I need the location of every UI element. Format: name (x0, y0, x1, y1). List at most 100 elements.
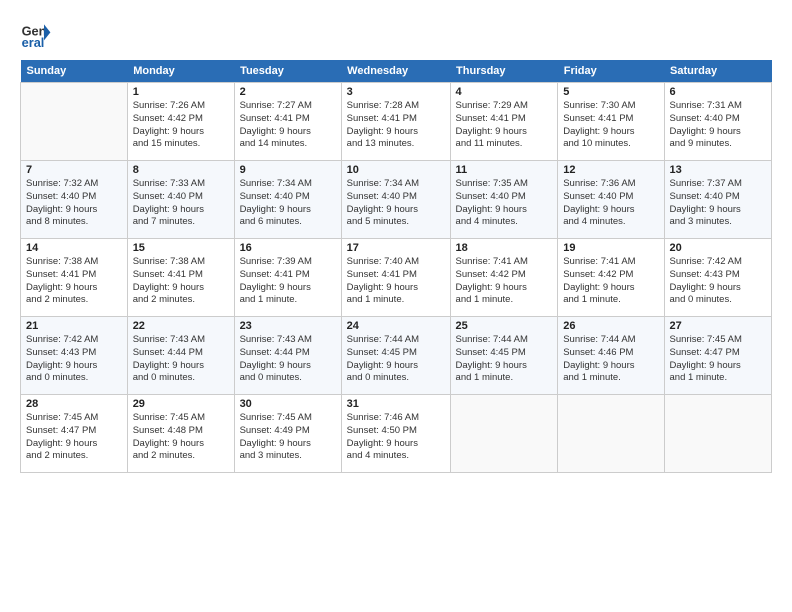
day-number: 17 (347, 242, 445, 254)
day-number: 23 (240, 320, 336, 332)
calendar-cell: 6 Sunrise: 7:31 AM Sunset: 4:40 PM Daylig… (664, 83, 771, 161)
calendar-cell: 14 Sunrise: 7:38 AM Sunset: 4:41 PM Dayli… (21, 239, 128, 317)
day-number: 19 (563, 242, 658, 254)
day-info: Sunrise: 7:36 AM Sunset: 4:40 PM Dayligh… (563, 178, 658, 229)
day-info: Sunrise: 7:27 AM Sunset: 4:41 PM Dayligh… (240, 100, 336, 151)
day-number: 21 (26, 320, 122, 332)
calendar-week-5: 28 Sunrise: 7:45 AM Sunset: 4:47 PM Dayli… (21, 395, 772, 473)
calendar-cell: 18 Sunrise: 7:41 AM Sunset: 4:42 PM Dayli… (450, 239, 558, 317)
day-info: Sunrise: 7:29 AM Sunset: 4:41 PM Dayligh… (456, 100, 553, 151)
calendar-cell (21, 83, 128, 161)
logo-icon: Gen eral (20, 18, 52, 50)
day-number: 31 (347, 398, 445, 410)
day-info: Sunrise: 7:43 AM Sunset: 4:44 PM Dayligh… (133, 334, 229, 385)
day-number: 7 (26, 164, 122, 176)
calendar-cell: 3 Sunrise: 7:28 AM Sunset: 4:41 PM Daylig… (341, 83, 450, 161)
calendar-cell (664, 395, 771, 473)
calendar-cell: 21 Sunrise: 7:42 AM Sunset: 4:43 PM Dayli… (21, 317, 128, 395)
day-info: Sunrise: 7:26 AM Sunset: 4:42 PM Dayligh… (133, 100, 229, 151)
calendar-cell: 13 Sunrise: 7:37 AM Sunset: 4:40 PM Dayli… (664, 161, 771, 239)
day-info: Sunrise: 7:38 AM Sunset: 4:41 PM Dayligh… (26, 256, 122, 307)
calendar-cell: 5 Sunrise: 7:30 AM Sunset: 4:41 PM Daylig… (558, 83, 664, 161)
day-info: Sunrise: 7:45 AM Sunset: 4:47 PM Dayligh… (26, 412, 122, 463)
day-info: Sunrise: 7:45 AM Sunset: 4:47 PM Dayligh… (670, 334, 766, 385)
weekday-monday: Monday (127, 60, 234, 83)
weekday-saturday: Saturday (664, 60, 771, 83)
day-info: Sunrise: 7:32 AM Sunset: 4:40 PM Dayligh… (26, 178, 122, 229)
day-number: 14 (26, 242, 122, 254)
day-number: 18 (456, 242, 553, 254)
calendar-cell: 26 Sunrise: 7:44 AM Sunset: 4:46 PM Dayli… (558, 317, 664, 395)
day-number: 15 (133, 242, 229, 254)
day-info: Sunrise: 7:44 AM Sunset: 4:45 PM Dayligh… (456, 334, 553, 385)
day-info: Sunrise: 7:43 AM Sunset: 4:44 PM Dayligh… (240, 334, 336, 385)
day-info: Sunrise: 7:42 AM Sunset: 4:43 PM Dayligh… (26, 334, 122, 385)
calendar-cell: 31 Sunrise: 7:46 AM Sunset: 4:50 PM Dayli… (341, 395, 450, 473)
calendar-cell: 27Sunrise: 7:45 AM Sunset: 4:47 PM Dayli… (664, 317, 771, 395)
day-info: Sunrise: 7:35 AM Sunset: 4:40 PM Dayligh… (456, 178, 553, 229)
day-info: Sunrise: 7:41 AM Sunset: 4:42 PM Dayligh… (456, 256, 553, 307)
day-number: 29 (133, 398, 229, 410)
calendar-cell: 28 Sunrise: 7:45 AM Sunset: 4:47 PM Dayli… (21, 395, 128, 473)
calendar-cell: 1 Sunrise: 7:26 AM Sunset: 4:42 PM Daylig… (127, 83, 234, 161)
day-info: Sunrise: 7:45 AM Sunset: 4:49 PM Dayligh… (240, 412, 336, 463)
day-number: 28 (26, 398, 122, 410)
calendar-cell (558, 395, 664, 473)
day-number: 5 (563, 86, 658, 98)
day-info: Sunrise: 7:37 AM Sunset: 4:40 PM Dayligh… (670, 178, 766, 229)
day-info: Sunrise: 7:41 AM Sunset: 4:42 PM Dayligh… (563, 256, 658, 307)
day-info: Sunrise: 7:38 AM Sunset: 4:41 PM Dayligh… (133, 256, 229, 307)
page-header: Gen eral (20, 18, 772, 50)
day-number: 25 (456, 320, 553, 332)
calendar-cell: 24 Sunrise: 7:44 AM Sunset: 4:45 PM Dayli… (341, 317, 450, 395)
weekday-wednesday: Wednesday (341, 60, 450, 83)
calendar-table: SundayMondayTuesdayWednesdayThursdayFrid… (20, 60, 772, 473)
calendar-cell: 17Sunrise: 7:40 AM Sunset: 4:41 PM Dayli… (341, 239, 450, 317)
calendar-cell: 15 Sunrise: 7:38 AM Sunset: 4:41 PM Dayli… (127, 239, 234, 317)
day-number: 22 (133, 320, 229, 332)
calendar-week-4: 21 Sunrise: 7:42 AM Sunset: 4:43 PM Dayli… (21, 317, 772, 395)
day-number: 3 (347, 86, 445, 98)
calendar-cell: 10Sunrise: 7:34 AM Sunset: 4:40 PM Dayli… (341, 161, 450, 239)
weekday-friday: Friday (558, 60, 664, 83)
day-number: 30 (240, 398, 336, 410)
day-info: Sunrise: 7:46 AM Sunset: 4:50 PM Dayligh… (347, 412, 445, 463)
calendar-week-3: 14 Sunrise: 7:38 AM Sunset: 4:41 PM Dayli… (21, 239, 772, 317)
weekday-tuesday: Tuesday (234, 60, 341, 83)
calendar-cell: 2Sunrise: 7:27 AM Sunset: 4:41 PM Daylig… (234, 83, 341, 161)
calendar-cell: 7 Sunrise: 7:32 AM Sunset: 4:40 PM Daylig… (21, 161, 128, 239)
calendar-cell: 20 Sunrise: 7:42 AM Sunset: 4:43 PM Dayli… (664, 239, 771, 317)
day-info: Sunrise: 7:44 AM Sunset: 4:45 PM Dayligh… (347, 334, 445, 385)
calendar-cell: 19 Sunrise: 7:41 AM Sunset: 4:42 PM Dayli… (558, 239, 664, 317)
calendar-week-1: 1 Sunrise: 7:26 AM Sunset: 4:42 PM Daylig… (21, 83, 772, 161)
day-number: 10 (347, 164, 445, 176)
weekday-thursday: Thursday (450, 60, 558, 83)
calendar-cell: 23 Sunrise: 7:43 AM Sunset: 4:44 PM Dayli… (234, 317, 341, 395)
calendar-cell: 22 Sunrise: 7:43 AM Sunset: 4:44 PM Dayli… (127, 317, 234, 395)
calendar-cell: 12 Sunrise: 7:36 AM Sunset: 4:40 PM Dayli… (558, 161, 664, 239)
day-number: 24 (347, 320, 445, 332)
day-number: 6 (670, 86, 766, 98)
calendar-cell: 4Sunrise: 7:29 AM Sunset: 4:41 PM Daylig… (450, 83, 558, 161)
day-info: Sunrise: 7:42 AM Sunset: 4:43 PM Dayligh… (670, 256, 766, 307)
calendar-week-2: 7 Sunrise: 7:32 AM Sunset: 4:40 PM Daylig… (21, 161, 772, 239)
calendar-cell: 25 Sunrise: 7:44 AM Sunset: 4:45 PM Dayli… (450, 317, 558, 395)
calendar-cell: 16Sunrise: 7:39 AM Sunset: 4:41 PM Dayli… (234, 239, 341, 317)
day-info: Sunrise: 7:28 AM Sunset: 4:41 PM Dayligh… (347, 100, 445, 151)
calendar-cell (450, 395, 558, 473)
day-number: 26 (563, 320, 658, 332)
svg-text:eral: eral (22, 35, 45, 50)
day-info: Sunrise: 7:31 AM Sunset: 4:40 PM Dayligh… (670, 100, 766, 151)
day-number: 16 (240, 242, 336, 254)
day-info: Sunrise: 7:44 AM Sunset: 4:46 PM Dayligh… (563, 334, 658, 385)
day-number: 12 (563, 164, 658, 176)
day-number: 11 (456, 164, 553, 176)
day-number: 1 (133, 86, 229, 98)
weekday-header-row: SundayMondayTuesdayWednesdayThursdayFrid… (21, 60, 772, 83)
day-number: 13 (670, 164, 766, 176)
day-number: 20 (670, 242, 766, 254)
logo: Gen eral (20, 18, 56, 50)
day-number: 9 (240, 164, 336, 176)
day-info: Sunrise: 7:30 AM Sunset: 4:41 PM Dayligh… (563, 100, 658, 151)
calendar-cell: 29Sunrise: 7:45 AM Sunset: 4:48 PM Dayli… (127, 395, 234, 473)
